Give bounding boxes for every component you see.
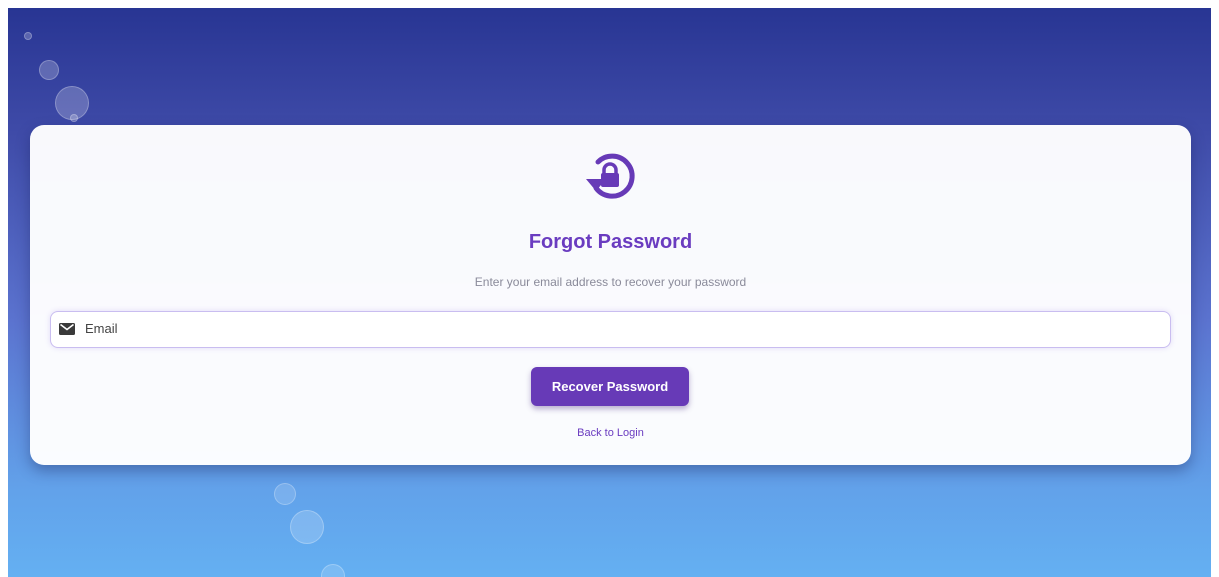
lock-reset-icon xyxy=(586,153,635,199)
forgot-password-card: Forgot Password Enter your email address… xyxy=(30,125,1191,465)
decorative-bubble xyxy=(321,564,345,577)
decorative-bubble xyxy=(274,483,296,505)
page-title: Forgot Password xyxy=(528,231,693,253)
recover-password-button[interactable]: Recover Password xyxy=(531,367,689,406)
back-to-login-link[interactable]: Back to Login xyxy=(30,427,1191,439)
email-field[interactable] xyxy=(50,311,1171,348)
mail-icon xyxy=(59,323,75,335)
email-input[interactable] xyxy=(85,312,1155,345)
decorative-bubble xyxy=(70,114,78,122)
page-subtitle: Enter your email address to recover your… xyxy=(474,275,747,289)
page-background: Forgot Password Enter your email address… xyxy=(8,8,1211,577)
decorative-bubble xyxy=(24,32,32,40)
decorative-bubble xyxy=(290,510,324,544)
decorative-bubble xyxy=(39,60,59,80)
